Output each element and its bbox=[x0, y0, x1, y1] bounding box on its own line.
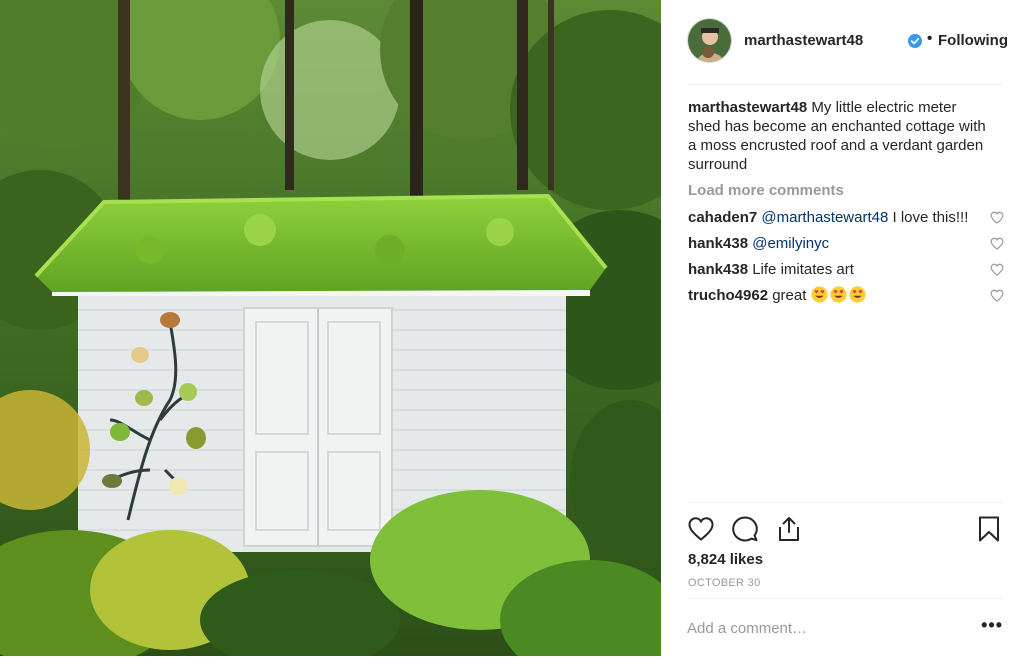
comment-text: I love this!!! bbox=[888, 209, 969, 226]
share-upload-icon[interactable] bbox=[775, 515, 803, 543]
add-comment-section: ••• bbox=[687, 598, 1003, 657]
comment-row: hank438 @emilyinyc bbox=[688, 234, 1004, 253]
verified-badge-icon bbox=[908, 34, 922, 48]
comments-list: marthastewart48 My little electric meter… bbox=[688, 98, 1004, 305]
header-separator: • bbox=[927, 30, 933, 47]
comment-mention[interactable]: @emilyinyc bbox=[752, 235, 829, 252]
following-button[interactable]: Following bbox=[938, 32, 1008, 49]
post-actions-bar bbox=[687, 502, 1003, 542]
likes-count[interactable]: 8,824 likes bbox=[688, 551, 763, 568]
comment-like-heart-icon[interactable] bbox=[990, 237, 1004, 250]
caption-username[interactable]: marthastewart48 bbox=[688, 99, 807, 116]
comment-username[interactable]: hank438 bbox=[688, 235, 748, 252]
comment-like-heart-icon[interactable] bbox=[990, 211, 1004, 224]
post-details-panel: marthastewart48 • Following marthastewar… bbox=[661, 0, 1025, 656]
shed-photo-illustration bbox=[0, 0, 661, 656]
post-date[interactable]: OCTOBER 30 bbox=[688, 577, 761, 589]
comment-username[interactable]: hank438 bbox=[688, 261, 748, 278]
heart-eyes-emoji-icon bbox=[811, 286, 828, 303]
comment-bubble-icon[interactable] bbox=[731, 515, 759, 543]
bookmark-icon[interactable] bbox=[975, 515, 1003, 543]
comment-username[interactable]: cahaden7 bbox=[688, 209, 757, 226]
comment-row: cahaden7 @marthastewart48 I love this!!! bbox=[688, 208, 1004, 227]
post-photo[interactable] bbox=[0, 0, 661, 656]
heart-outline-icon[interactable] bbox=[687, 515, 715, 543]
load-more-comments-link[interactable]: Load more comments bbox=[688, 181, 1004, 200]
comment-text: Life imitates art bbox=[752, 261, 854, 278]
comment-row: trucho4962 great bbox=[688, 286, 1004, 305]
heart-eyes-emoji-icon bbox=[849, 286, 866, 303]
heart-eyes-emoji-icon bbox=[830, 286, 847, 303]
comment-row: hank438 Life imitates art bbox=[688, 260, 1004, 279]
post-author-username[interactable]: marthastewart48 bbox=[744, 32, 863, 49]
comment-mention[interactable]: @marthastewart48 bbox=[761, 209, 888, 226]
comment-like-heart-icon[interactable] bbox=[990, 263, 1004, 276]
post-header: marthastewart48 • Following bbox=[687, 18, 1008, 85]
post-caption: marthastewart48 My little electric meter… bbox=[688, 98, 992, 174]
avatar[interactable] bbox=[687, 18, 732, 63]
comment-username[interactable]: trucho4962 bbox=[688, 287, 768, 304]
add-comment-input[interactable] bbox=[687, 617, 967, 639]
more-options-button[interactable]: ••• bbox=[981, 616, 1003, 634]
comment-like-heart-icon[interactable] bbox=[990, 289, 1004, 302]
comment-text: great bbox=[772, 287, 807, 304]
